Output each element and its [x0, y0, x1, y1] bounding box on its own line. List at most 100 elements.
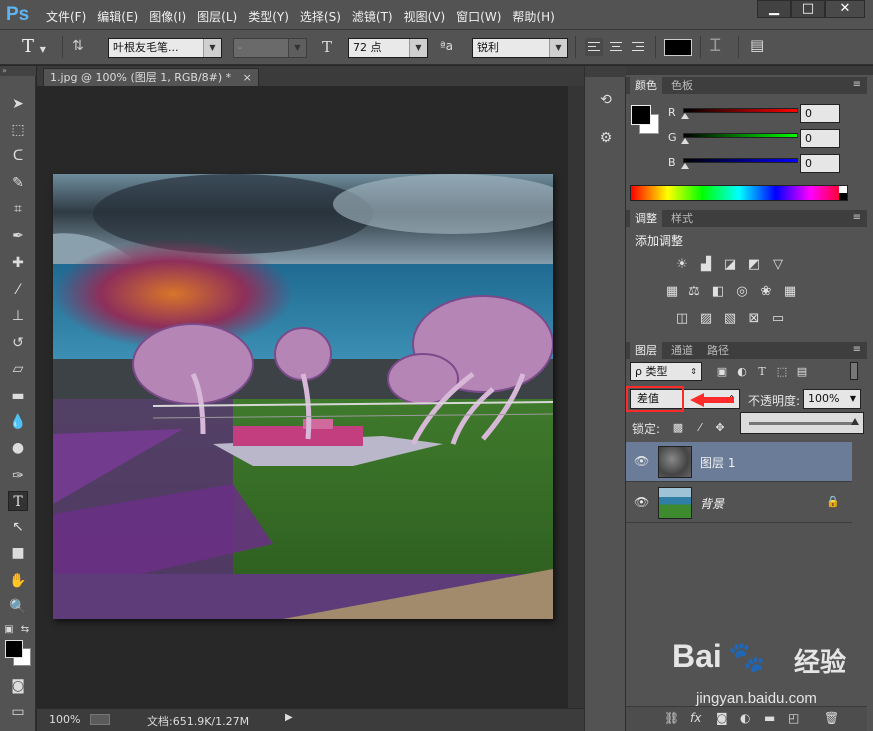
maximize-button[interactable]: □	[791, 0, 825, 18]
link-layers-icon[interactable]: ⛓	[664, 711, 679, 725]
layer-style-icon[interactable]: fx	[690, 711, 701, 725]
green-channel-slider[interactable]: G 0	[668, 129, 863, 149]
dock-collapse-icon[interactable]	[585, 66, 627, 77]
lock-transparent-icon[interactable]: ▩	[670, 420, 686, 436]
red-slider-knob[interactable]	[681, 113, 689, 119]
layer-filter-select[interactable]: ρ 类型 ⇕	[630, 362, 702, 381]
properties-panel-icon[interactable]: ⚙	[594, 126, 618, 150]
menu-window[interactable]: 窗口(W)	[456, 8, 501, 25]
foreground-color-swatch[interactable]	[5, 640, 23, 658]
panel-collapse-bar[interactable]	[626, 66, 873, 75]
threshold-icon[interactable]: ▧	[722, 311, 738, 327]
lasso-tool-icon[interactable]: ᑕ	[8, 146, 28, 166]
visibility-eye-icon[interactable]: 👁	[634, 495, 649, 509]
selective-color-icon[interactable]: ⊠	[746, 311, 762, 327]
new-group-icon[interactable]: ▬	[764, 711, 775, 725]
zoom-level[interactable]: 100%	[49, 713, 80, 726]
close-tab-icon[interactable]: ×	[243, 71, 252, 84]
opacity-slider-knob[interactable]	[851, 418, 859, 425]
minimize-button[interactable]: ▁	[757, 0, 791, 18]
filter-pixel-icon[interactable]: ▣	[714, 364, 730, 380]
blue-slider-knob[interactable]	[681, 163, 689, 169]
filter-toggle-switch[interactable]	[850, 362, 858, 380]
delete-layer-icon[interactable]: 🗑	[824, 711, 839, 725]
foreground-color-swatch[interactable]	[631, 105, 651, 125]
black-white-icon[interactable]: ◧	[710, 284, 726, 300]
screen-mode-icon[interactable]: ▭	[8, 702, 28, 722]
type-tool-icon[interactable]: T	[8, 491, 28, 511]
posterize-icon[interactable]: ▨	[698, 311, 714, 327]
gradient-map-icon[interactable]: ▭	[770, 311, 786, 327]
lock-image-icon[interactable]: ⁄	[692, 420, 708, 436]
menu-file[interactable]: 文件(F)	[46, 8, 86, 25]
close-button[interactable]: ✕	[825, 0, 865, 18]
tab-paths[interactable]: 路径	[702, 342, 734, 359]
blue-gradient-bar[interactable]	[683, 158, 798, 163]
tab-color[interactable]: 颜色	[630, 77, 662, 94]
menu-filter[interactable]: 滤镜(T)	[352, 8, 393, 25]
add-mask-icon[interactable]: ◙	[716, 711, 728, 725]
panel-menu-icon[interactable]: ≡	[853, 77, 861, 93]
character-panel-icon[interactable]: ▤	[750, 36, 764, 54]
channel-mixer-icon[interactable]: ❀	[758, 284, 774, 300]
history-panel-icon[interactable]: ⟲	[594, 88, 618, 112]
vertical-scrollbar[interactable]	[568, 86, 584, 708]
menu-edit[interactable]: 编辑(E)	[97, 8, 138, 25]
font-family-select[interactable]: 叶根友毛笔... ▼	[108, 38, 222, 58]
eyedropper-tool-icon[interactable]: ✒	[8, 226, 28, 246]
filter-type-icon[interactable]: T	[754, 364, 770, 380]
eraser-tool-icon[interactable]: ▱	[8, 359, 28, 379]
canvas-image[interactable]	[53, 174, 553, 619]
green-slider-knob[interactable]	[681, 138, 689, 144]
menu-layer[interactable]: 图层(L)	[197, 8, 237, 25]
blur-tool-icon[interactable]: 💧	[8, 412, 28, 432]
brush-tool-icon[interactable]: ⁄	[8, 280, 28, 300]
move-tool-icon[interactable]: ➤	[8, 94, 28, 114]
font-style-select[interactable]: - ▼	[233, 38, 307, 58]
filter-adjustment-icon[interactable]: ◐	[734, 364, 750, 380]
opacity-field[interactable]: 100% ▼	[803, 389, 861, 409]
zoom-tool-icon[interactable]: 🔍	[8, 597, 28, 617]
red-value-field[interactable]: 0	[800, 104, 840, 123]
lock-position-icon[interactable]: ✥	[712, 420, 728, 436]
brightness-contrast-icon[interactable]: ☀	[674, 257, 690, 273]
tab-swatches[interactable]: 色板	[666, 77, 698, 94]
blue-value-field[interactable]: 0	[800, 154, 840, 173]
tab-styles[interactable]: 样式	[666, 210, 698, 227]
dodge-tool-icon[interactable]: ●	[8, 438, 28, 458]
hue-saturation-icon[interactable]: ▦	[664, 284, 680, 300]
layer-name[interactable]: 背景	[700, 495, 724, 512]
levels-icon[interactable]: ▟	[698, 257, 714, 273]
layer-row[interactable]: 👁 图层 1	[626, 442, 852, 482]
pen-tool-icon[interactable]: ✑	[8, 466, 28, 486]
path-selection-tool-icon[interactable]: ↖	[8, 517, 28, 537]
new-layer-icon[interactable]: ◰	[788, 711, 799, 725]
panel-collapse-icon[interactable]: »	[0, 66, 36, 76]
antialias-select[interactable]: 锐利 ▼	[472, 38, 568, 58]
filter-smart-object-icon[interactable]: ▤	[794, 364, 810, 380]
crop-tool-icon[interactable]: ⌗	[8, 199, 28, 219]
menu-select[interactable]: 选择(S)	[300, 8, 341, 25]
status-menu-arrow-icon[interactable]: ▶	[285, 712, 293, 723]
menu-image[interactable]: 图像(I)	[149, 8, 186, 25]
green-gradient-bar[interactable]	[683, 133, 798, 138]
green-value-field[interactable]: 0	[800, 129, 840, 148]
panel-menu-icon[interactable]: ≡	[853, 210, 861, 226]
tab-layers[interactable]: 图层	[630, 342, 662, 359]
clone-stamp-tool-icon[interactable]: ⊥	[8, 306, 28, 326]
color-lookup-icon[interactable]: ▦	[782, 284, 798, 300]
tab-channels[interactable]: 通道	[666, 342, 698, 359]
type-tool-preset-icon[interactable]: T ▼	[22, 36, 46, 57]
opacity-slider-track[interactable]	[749, 422, 853, 425]
text-color-swatch[interactable]	[664, 39, 692, 56]
hand-tool-icon[interactable]: ✋	[8, 571, 28, 591]
panel-menu-icon[interactable]: ≡	[853, 342, 861, 358]
menu-view[interactable]: 视图(V)	[404, 8, 446, 25]
visibility-eye-icon[interactable]: 👁	[634, 454, 649, 468]
quick-mask-icon[interactable]: ◙	[8, 676, 28, 696]
exposure-icon[interactable]: ◩	[746, 257, 762, 273]
red-channel-slider[interactable]: R 0	[668, 104, 863, 124]
healing-brush-tool-icon[interactable]: ✚	[8, 253, 28, 273]
layer-row[interactable]: 👁 背景 🔒	[626, 483, 852, 523]
blue-channel-slider[interactable]: B 0	[668, 154, 863, 174]
